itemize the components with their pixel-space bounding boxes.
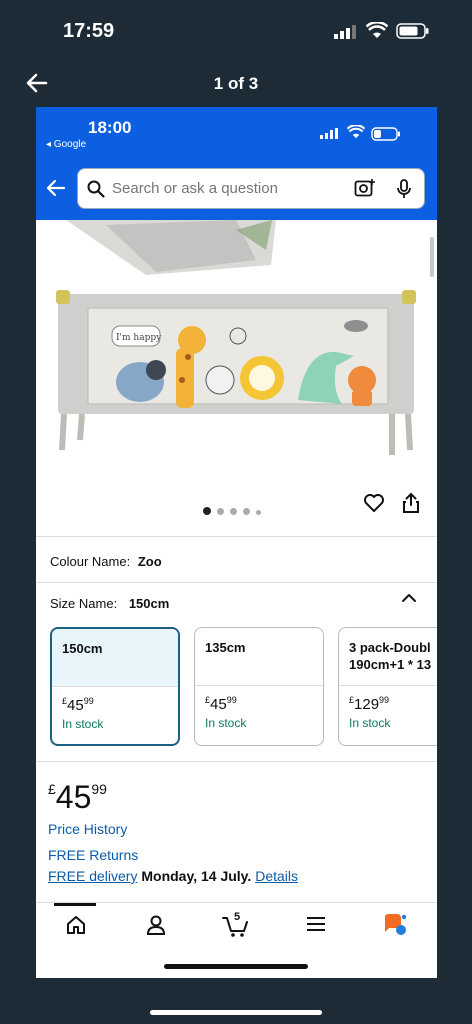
outer-home-indicator — [150, 1010, 322, 1015]
carousel-dot[interactable] — [230, 508, 237, 515]
microphone-icon[interactable] — [396, 179, 412, 199]
colour-label: Colour Name: — [50, 554, 131, 569]
size-option-name: 3 pack-Doubl 190cm+1 * 13 — [339, 628, 437, 686]
scrollbar[interactable] — [430, 237, 434, 277]
details-link[interactable]: Details — [255, 868, 298, 884]
stock-status: In stock — [205, 716, 247, 730]
active-tab-indicator — [54, 903, 96, 906]
delivery-info: FREE delivery Monday, 14 July. Details — [48, 868, 298, 884]
wifi-icon — [366, 22, 388, 38]
signal-icon — [320, 128, 338, 139]
carousel-dots[interactable] — [203, 502, 267, 520]
search-icon — [87, 180, 105, 198]
free-returns-link[interactable]: FREE Returns — [48, 847, 138, 863]
divider — [36, 536, 437, 537]
wifi-icon — [347, 125, 365, 139]
rufus-ai-icon[interactable] — [382, 913, 408, 937]
carousel-dot[interactable] — [243, 508, 250, 515]
outer-status-bar: 17:59 — [0, 0, 472, 62]
size-option-price: £12999 — [349, 695, 390, 713]
cart-count: 5 — [234, 911, 241, 923]
search-input[interactable] — [112, 169, 342, 208]
signal-icon — [334, 25, 356, 39]
colour-value: Zoo — [137, 554, 162, 569]
size-name-row[interactable]: Size Name: 150cm — [50, 596, 169, 611]
outer-clock: 17:59 — [63, 20, 115, 42]
camera-search-icon[interactable] — [354, 178, 376, 198]
carousel-dot[interactable] — [256, 510, 261, 515]
price-history-link[interactable]: Price History — [48, 821, 127, 837]
divider — [36, 761, 437, 762]
cart-button[interactable]: 5 — [222, 911, 252, 939]
stock-status: In stock — [62, 717, 104, 731]
back-to-app-link[interactable]: ◂ Google — [46, 139, 86, 150]
amazon-header: 18:00 ◂ Google — [36, 107, 437, 220]
free-delivery-link[interactable]: FREE delivery — [48, 868, 137, 884]
inner-home-indicator — [164, 964, 308, 969]
colour-name-row: Colour Name: Zoo — [50, 554, 162, 569]
home-icon[interactable] — [65, 915, 87, 935]
stock-status: In stock — [349, 716, 391, 730]
carousel-dot[interactable] — [203, 507, 211, 515]
heart-icon[interactable] — [363, 493, 385, 513]
product-image-carousel[interactable]: I'm happy — [36, 220, 437, 520]
size-option-name: 150cm — [52, 629, 178, 687]
account-icon[interactable] — [146, 915, 166, 935]
speech-bubble-text: I'm happy — [116, 333, 162, 343]
menu-icon[interactable] — [306, 915, 326, 933]
image-viewer-toolbar: 1 of 3 — [0, 62, 472, 106]
battery-icon — [371, 127, 400, 141]
size-option-card[interactable]: 3 pack-Doubl 190cm+1 * 13 £12999 In stoc… — [338, 627, 437, 746]
divider — [36, 582, 437, 583]
back-arrow-icon[interactable] — [45, 177, 67, 199]
product-image: I'm happy — [56, 220, 416, 455]
size-value: 150cm — [128, 596, 170, 611]
image-counter: 1 of 3 — [213, 74, 259, 93]
size-option-card[interactable]: 135cm £4599 In stock — [194, 627, 324, 746]
carousel-dot[interactable] — [217, 508, 224, 515]
share-icon[interactable] — [402, 492, 420, 514]
size-option-price: £4599 — [62, 696, 94, 714]
search-bar[interactable] — [77, 168, 425, 209]
size-label: Size Name: — [50, 596, 118, 611]
delivery-date: Monday, 14 July. — [141, 868, 252, 884]
inner-clock: 18:00 — [88, 118, 132, 137]
battery-icon — [396, 23, 429, 39]
chevron-up-icon[interactable] — [400, 592, 418, 604]
amazon-screenshot: 18:00 ◂ Google Search or ask a question … — [36, 107, 437, 978]
size-option-name: 135cm — [195, 628, 323, 686]
size-option-card[interactable]: 150cm £4599 In stock — [50, 627, 180, 746]
product-price: £4599 — [48, 779, 107, 815]
size-option-price: £4599 — [205, 695, 237, 713]
